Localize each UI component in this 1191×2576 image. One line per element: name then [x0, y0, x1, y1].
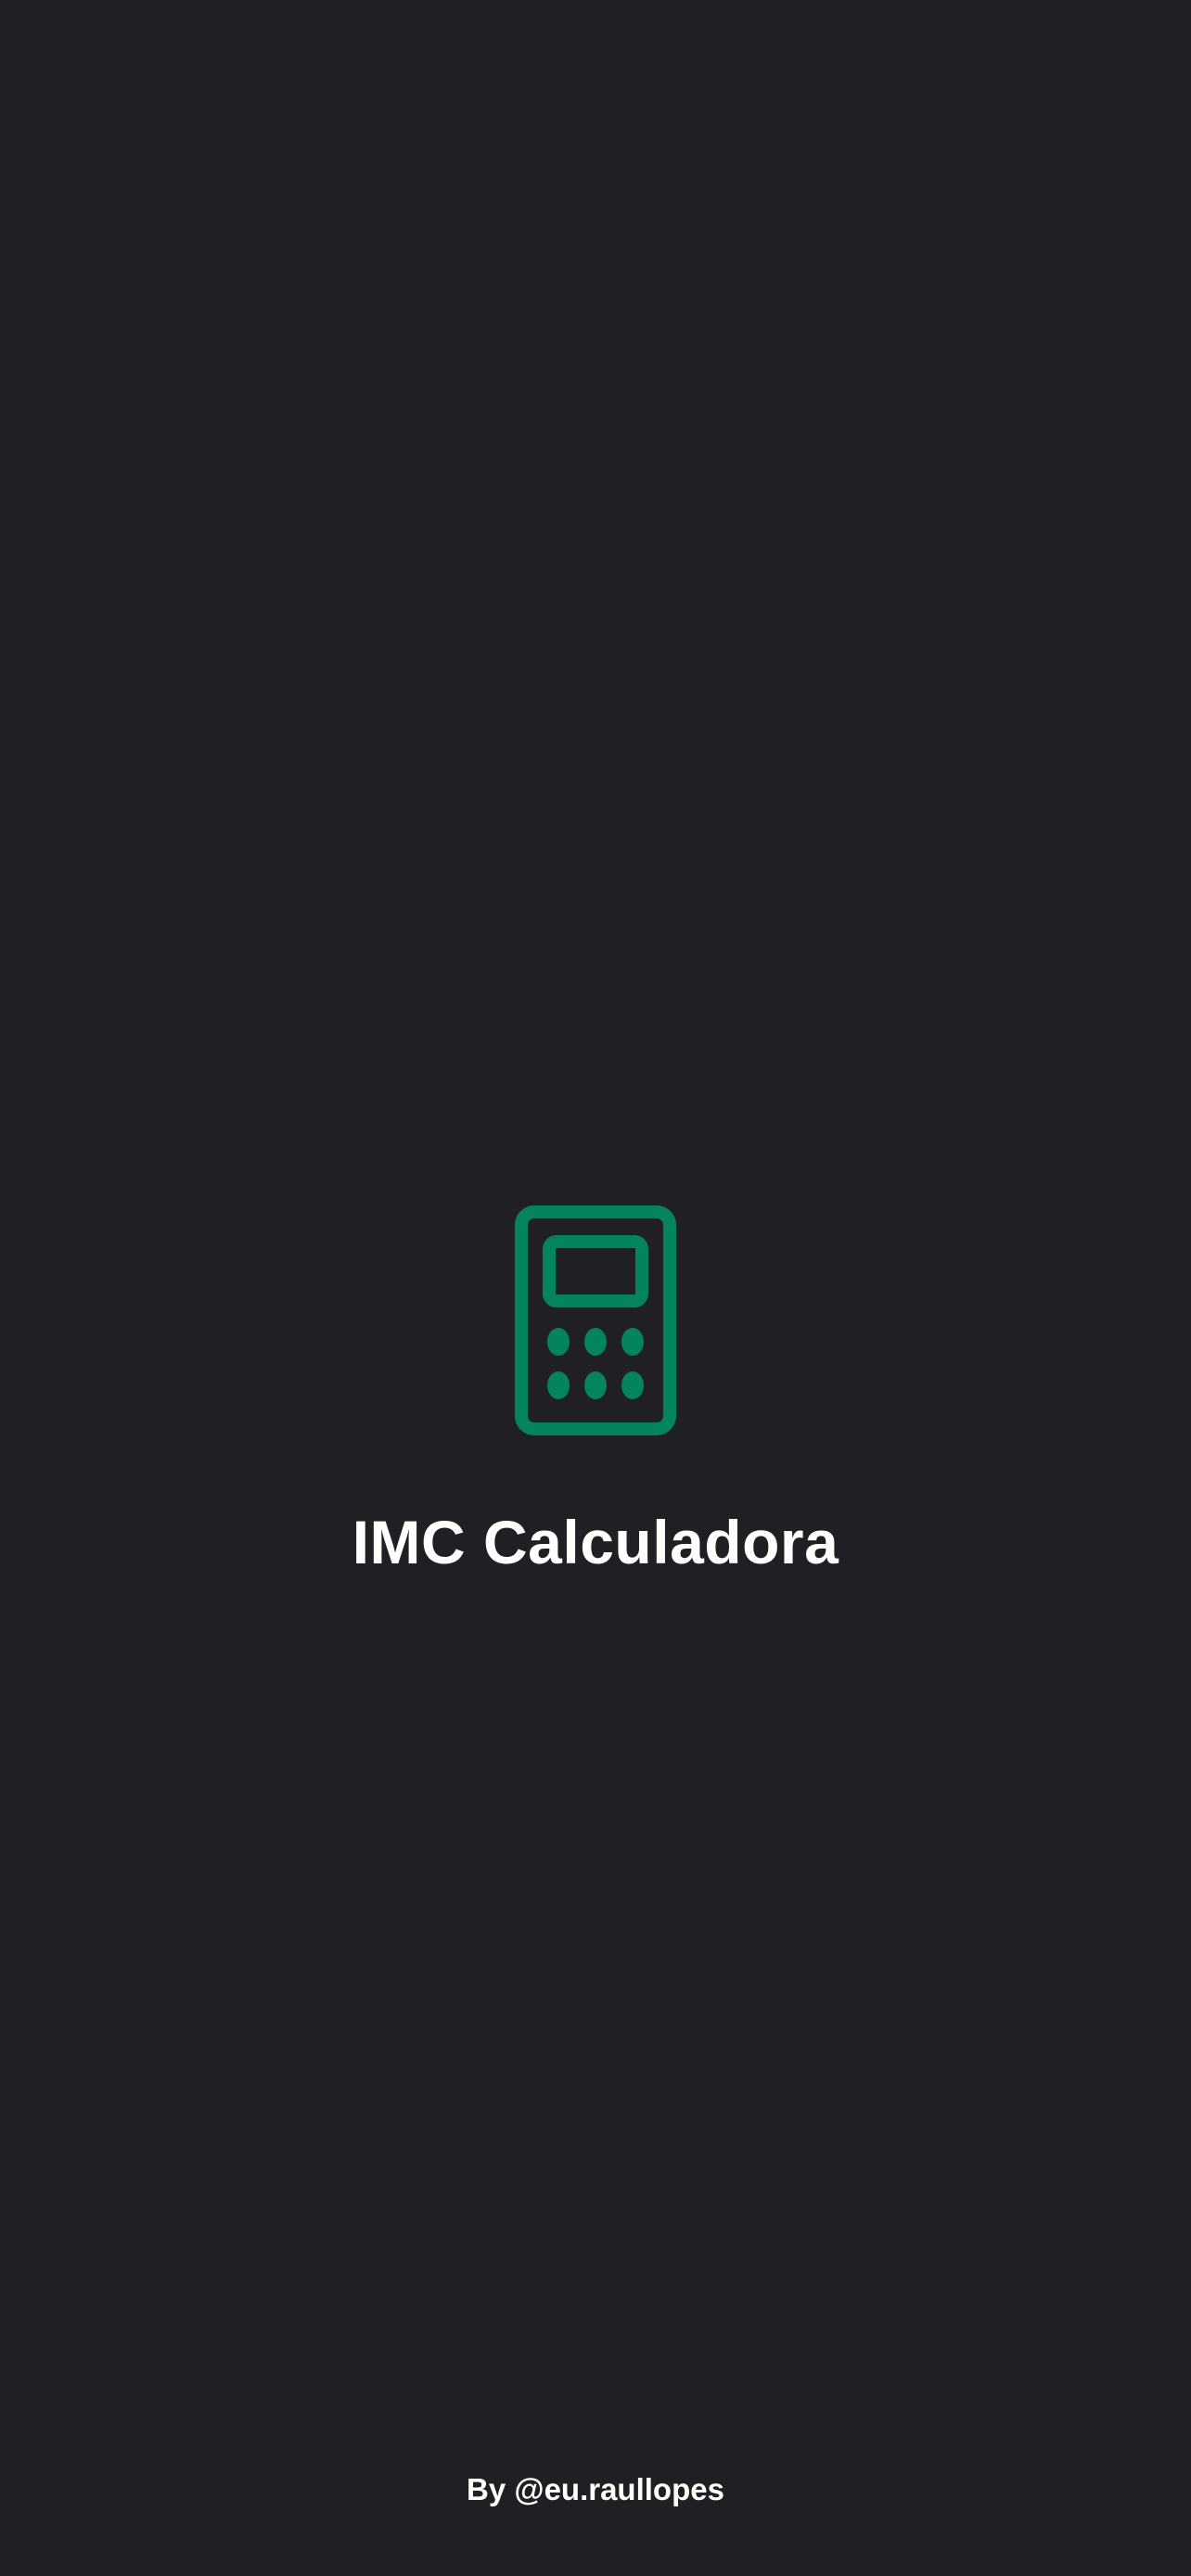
- app-logo: [0, 1205, 1191, 1435]
- calculator-icon: [515, 1205, 676, 1435]
- splash-screen: IMC Calculadora By @eu.raullopes: [0, 0, 1191, 2576]
- author-credit: By @eu.raullopes: [467, 2472, 724, 2506]
- app-title: IMC Calculadora: [352, 1508, 839, 1576]
